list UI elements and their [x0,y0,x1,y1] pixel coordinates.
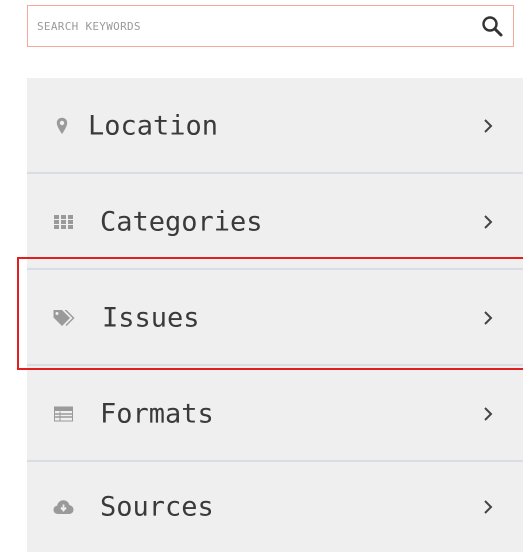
chevron-right-icon [484,215,493,229]
menu-item-label: Location [88,110,219,142]
search-box [27,5,514,47]
tags-icon [53,310,75,326]
table-icon [54,406,73,422]
chevron-right-icon [484,500,493,514]
menu-item-sources[interactable]: Sources [27,462,523,552]
chevron-right-icon [484,311,493,325]
cloud-download-icon [53,500,74,514]
filter-menu: Location Categories Issues Formats Sourc… [27,78,523,552]
map-pin-icon [56,117,68,134]
search-icon[interactable] [480,14,504,38]
menu-item-formats[interactable]: Formats [27,366,523,462]
menu-item-label: Categories [100,206,263,238]
menu-item-label: Sources [100,491,214,523]
menu-item-label: Formats [100,398,214,430]
menu-item-categories[interactable]: Categories [27,174,523,270]
menu-item-location[interactable]: Location [27,78,523,174]
menu-item-issues[interactable]: Issues [27,270,523,366]
chevron-right-icon [484,407,493,421]
menu-item-label: Issues [102,302,200,334]
chevron-right-icon [484,119,493,133]
grid-icon [54,215,73,229]
search-input[interactable] [28,6,468,46]
